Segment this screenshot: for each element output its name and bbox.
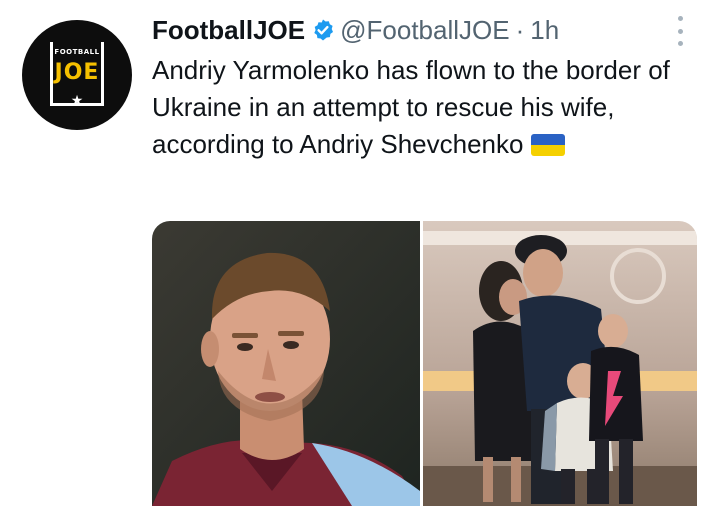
- tweet-timestamp[interactable]: 1h: [530, 15, 559, 46]
- tweet-text: Andriy Yarmolenko has flown to the borde…: [152, 52, 692, 163]
- more-options-icon[interactable]: [668, 16, 692, 46]
- avatar-logo-big-text: JOE: [54, 60, 100, 85]
- tweet-media[interactable]: [152, 221, 697, 506]
- tweet-header: FootballJOE @FootballJOE · 1h: [152, 10, 559, 50]
- tweet[interactable]: FOOTBALL JOE ★ FootballJOE @FootballJOE …: [0, 0, 719, 506]
- avatar[interactable]: FOOTBALL JOE ★: [22, 20, 132, 130]
- more-dot: [677, 16, 683, 21]
- family-photo[interactable]: [423, 221, 697, 506]
- more-dot: [677, 41, 683, 46]
- ukraine-flag-icon: [531, 134, 566, 156]
- avatar-logo-small-text: FOOTBALL: [54, 48, 100, 56]
- tweet-body: Andriy Yarmolenko has flown to the borde…: [152, 55, 670, 159]
- user-handle[interactable]: @FootballJOE: [340, 15, 509, 46]
- player-portrait-photo[interactable]: [152, 221, 420, 506]
- avatar-logo-star: ★: [70, 92, 84, 108]
- more-dot: [677, 28, 683, 34]
- separator-dot: ·: [515, 14, 525, 45]
- verified-badge-icon: [311, 18, 335, 42]
- display-name[interactable]: FootballJOE: [152, 15, 305, 46]
